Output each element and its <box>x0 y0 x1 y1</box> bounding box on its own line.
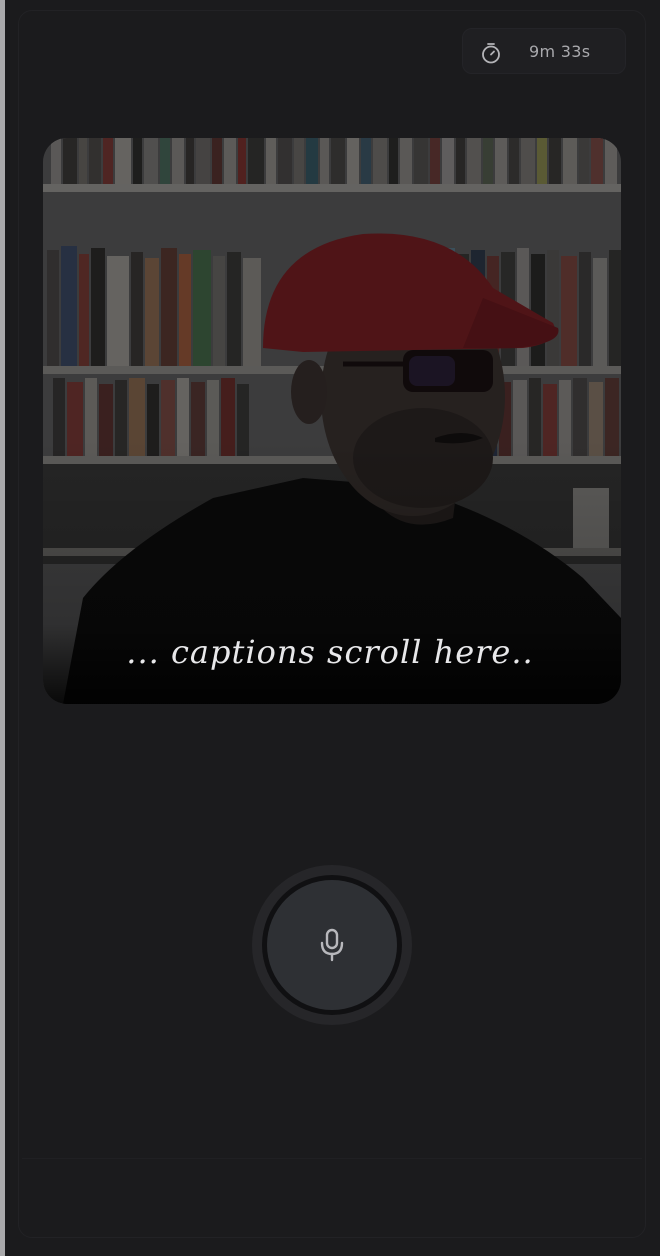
window-edge <box>0 0 5 1256</box>
stopwatch-icon <box>482 43 500 64</box>
session-timer: 9m 33s <box>462 28 626 74</box>
microphone-icon <box>320 928 344 962</box>
timer-value: 9m 33s <box>529 42 591 61</box>
live-caption: ... captions scroll here.. <box>126 633 534 671</box>
webcam-image <box>43 138 621 704</box>
video-feed <box>43 138 621 704</box>
bottom-bar <box>22 1158 642 1233</box>
